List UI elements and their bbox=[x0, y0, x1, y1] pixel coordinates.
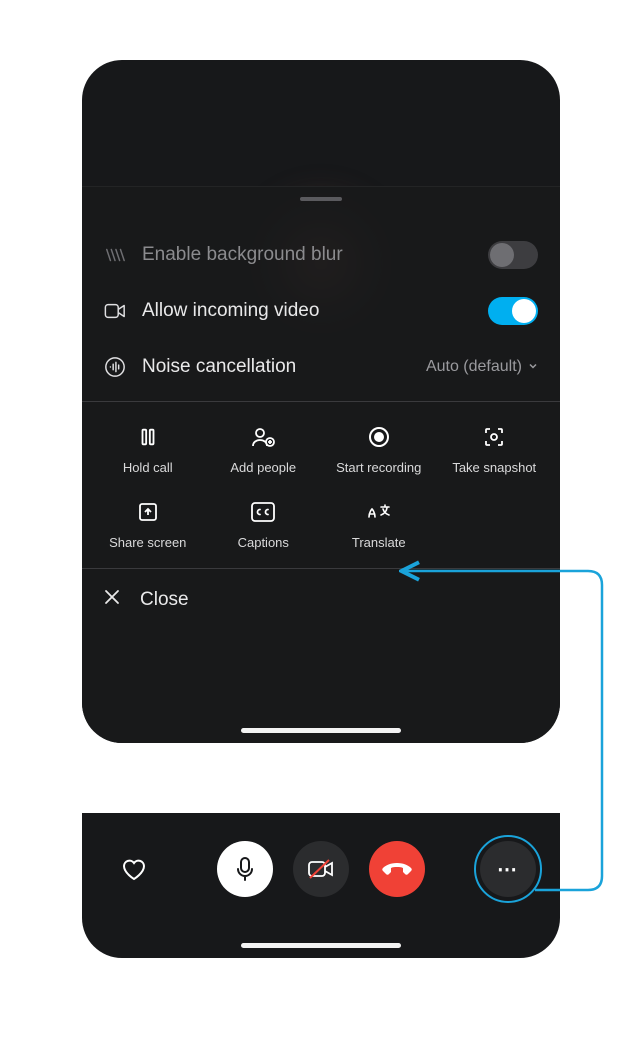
captions-icon bbox=[248, 497, 278, 527]
toggle-knob bbox=[512, 299, 536, 323]
toggle-knob bbox=[490, 243, 514, 267]
snapshot-icon bbox=[479, 422, 509, 452]
tile-take-snapshot[interactable]: Take snapshot bbox=[437, 422, 553, 475]
close-label: Close bbox=[140, 589, 189, 611]
close-icon bbox=[102, 587, 122, 612]
noise-label: Noise cancellation bbox=[142, 356, 426, 378]
tile-label: Translate bbox=[352, 535, 406, 550]
options-sheet-frame: Enable background blur Allow incoming vi… bbox=[82, 60, 560, 743]
share-screen-icon bbox=[133, 497, 163, 527]
tile-label: Start recording bbox=[336, 460, 421, 475]
blur-toggle[interactable] bbox=[488, 241, 538, 269]
callbar-frame: ⋯ bbox=[82, 813, 560, 958]
settings-list: Enable background blur Allow incoming vi… bbox=[82, 187, 560, 395]
tile-hold-call[interactable]: Hold call bbox=[90, 422, 206, 475]
more-button[interactable]: ⋯ bbox=[480, 841, 536, 897]
call-controls: ⋯ bbox=[82, 813, 560, 897]
tile-label: Captions bbox=[238, 535, 289, 550]
video-icon bbox=[102, 298, 128, 324]
tile-captions[interactable]: Captions bbox=[206, 497, 322, 550]
tile-label: Add people bbox=[230, 460, 296, 475]
react-button[interactable] bbox=[106, 841, 162, 897]
pause-icon bbox=[133, 422, 163, 452]
add-person-icon bbox=[248, 422, 278, 452]
noise-value: Auto (default) bbox=[426, 358, 522, 376]
action-grid: Hold call Add people Start recordin bbox=[82, 402, 560, 556]
home-indicator[interactable] bbox=[241, 943, 401, 948]
tile-start-recording[interactable]: Start recording bbox=[321, 422, 437, 475]
chevron-down-icon bbox=[528, 358, 538, 376]
close-button[interactable]: Close bbox=[82, 569, 560, 630]
record-icon bbox=[364, 422, 394, 452]
tile-label: Hold call bbox=[123, 460, 173, 475]
tile-add-people[interactable]: Add people bbox=[206, 422, 322, 475]
center-controls bbox=[217, 841, 425, 897]
hangup-button[interactable] bbox=[369, 841, 425, 897]
tile-label: Take snapshot bbox=[452, 460, 536, 475]
actions-sheet: Enable background blur Allow incoming vi… bbox=[82, 186, 560, 743]
noise-value-selector[interactable]: Auto (default) bbox=[426, 358, 538, 376]
mic-button[interactable] bbox=[217, 841, 273, 897]
row-noise-cancellation[interactable]: Noise cancellation Auto (default) bbox=[82, 339, 560, 395]
incoming-video-label: Allow incoming video bbox=[142, 300, 488, 322]
highlight-ring bbox=[474, 835, 542, 903]
translate-icon bbox=[364, 497, 394, 527]
blur-icon bbox=[102, 242, 128, 268]
video-off-button[interactable] bbox=[293, 841, 349, 897]
tile-share-screen[interactable]: Share screen bbox=[90, 497, 206, 550]
tile-translate[interactable]: Translate bbox=[321, 497, 437, 550]
tile-label: Share screen bbox=[109, 535, 186, 550]
incoming-video-toggle[interactable] bbox=[488, 297, 538, 325]
sheet-grabber[interactable] bbox=[300, 197, 342, 201]
noise-icon bbox=[102, 354, 128, 380]
row-incoming-video[interactable]: Allow incoming video bbox=[82, 283, 560, 339]
home-indicator[interactable] bbox=[241, 728, 401, 733]
row-background-blur[interactable]: Enable background blur bbox=[82, 227, 560, 283]
blur-label: Enable background blur bbox=[142, 244, 488, 266]
